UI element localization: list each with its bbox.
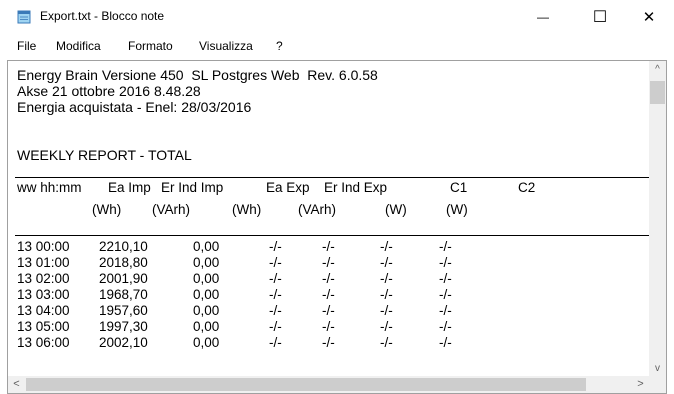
er-ind-exp-cell: -/-	[322, 303, 335, 318]
c1-cell: -/-	[380, 271, 393, 286]
column-header: Er Ind Exp	[324, 180, 388, 195]
er-ind-exp-cell: -/-	[322, 239, 335, 254]
c1-cell: -/-	[380, 239, 393, 254]
ea-imp-cell: 1968,70	[99, 287, 148, 302]
menu-visualizza[interactable]: Visualizza	[199, 39, 253, 53]
c2-cell: -/-	[439, 335, 452, 350]
er-ind-exp-cell: -/-	[322, 319, 335, 334]
c2-cell: -/-	[439, 255, 452, 270]
window-title: Export.txt - Blocco note	[40, 9, 165, 23]
maximize-icon: ☐	[592, 9, 608, 26]
ea-exp-cell: -/-	[269, 303, 282, 318]
minimize-button[interactable]: —	[520, 0, 566, 34]
scroll-up-icon[interactable]: ^	[649, 61, 666, 78]
er-ind-imp-cell: 0,00	[193, 319, 220, 334]
ea-exp-cell: -/-	[269, 287, 282, 302]
menu-help[interactable]: ?	[276, 39, 283, 53]
c1-cell: -/-	[380, 303, 393, 318]
time-cell: 13 04:00	[17, 303, 70, 318]
divider	[15, 235, 651, 236]
column-header: C2	[518, 180, 536, 195]
divider	[15, 177, 651, 178]
ea-exp-cell: -/-	[269, 255, 282, 270]
er-ind-imp-cell: 0,00	[193, 271, 220, 286]
menu-formato[interactable]: Formato	[128, 39, 173, 53]
unit-label: (Wh)	[92, 202, 122, 217]
header-line: Akse 21 ottobre 2016 8.48.28	[17, 83, 201, 99]
er-ind-imp-cell: 0,00	[193, 335, 220, 350]
ea-imp-cell: 1997,30	[99, 319, 148, 334]
time-cell: 13 03:00	[17, 287, 70, 302]
c2-cell: -/-	[439, 319, 452, 334]
resize-grip[interactable]	[649, 376, 666, 393]
column-header: Ea Exp	[266, 180, 310, 195]
er-ind-imp-cell: 0,00	[193, 303, 220, 318]
column-header: ww hh:mm	[17, 180, 82, 195]
time-cell: 13 02:00	[17, 271, 70, 286]
minimize-icon: —	[537, 10, 549, 24]
document-text[interactable]: Energy Brain Versione 450 SL Postgres We…	[11, 63, 651, 375]
ea-imp-cell: 1957,60	[99, 303, 148, 318]
column-header: C1	[450, 180, 468, 195]
scroll-right-icon[interactable]: >	[632, 376, 649, 393]
time-cell: 13 06:00	[17, 335, 70, 350]
unit-label: (Wh)	[232, 202, 262, 217]
column-header: Er Ind Imp	[161, 180, 224, 195]
er-ind-exp-cell: -/-	[322, 335, 335, 350]
notepad-icon	[17, 10, 31, 24]
scroll-left-icon[interactable]: <	[8, 376, 25, 393]
maximize-button[interactable]: ☐	[577, 0, 623, 34]
c1-cell: -/-	[380, 335, 393, 350]
time-cell: 13 01:00	[17, 255, 70, 270]
ea-exp-cell: -/-	[269, 335, 282, 350]
text-editor[interactable]: Energy Brain Versione 450 SL Postgres We…	[7, 60, 667, 394]
er-ind-imp-cell: 0,00	[193, 287, 220, 302]
ea-exp-cell: -/-	[269, 239, 282, 254]
er-ind-exp-cell: -/-	[322, 271, 335, 286]
c2-cell: -/-	[439, 271, 452, 286]
c1-cell: -/-	[380, 319, 393, 334]
menu-file[interactable]: File	[17, 39, 36, 53]
ea-exp-cell: -/-	[269, 271, 282, 286]
menu-modifica[interactable]: Modifica	[56, 39, 101, 53]
c2-cell: -/-	[439, 239, 452, 254]
ea-exp-cell: -/-	[269, 319, 282, 334]
unit-label: (W)	[385, 202, 407, 217]
notepad-window: Export.txt - Blocco note — ☐ ✕ File Modi…	[0, 0, 674, 394]
unit-label: (VArh)	[298, 202, 337, 217]
horizontal-scrollbar[interactable]: < >	[8, 376, 649, 393]
vertical-scroll-thumb[interactable]	[650, 81, 665, 104]
er-ind-exp-cell: -/-	[322, 255, 335, 270]
scroll-down-icon[interactable]: v	[649, 360, 666, 377]
er-ind-imp-cell: 0,00	[193, 255, 220, 270]
unit-label: (VArh)	[152, 202, 191, 217]
c1-cell: -/-	[380, 287, 393, 302]
report-title: WEEKLY REPORT - TOTAL	[17, 147, 192, 163]
ea-imp-cell: 2002,10	[99, 335, 148, 350]
horizontal-scroll-thumb[interactable]	[26, 378, 586, 391]
er-ind-exp-cell: -/-	[322, 287, 335, 302]
er-ind-imp-cell: 0,00	[193, 239, 220, 254]
c1-cell: -/-	[380, 255, 393, 270]
column-header: Ea Imp	[108, 180, 151, 195]
close-icon: ✕	[642, 9, 656, 26]
unit-label: (W)	[446, 202, 468, 217]
title-bar[interactable]: Export.txt - Blocco note — ☐ ✕	[0, 0, 674, 34]
header-line: Energia acquistata - Enel: 28/03/2016	[17, 99, 252, 115]
menu-bar: File Modifica Formato Visualizza ?	[0, 36, 674, 56]
c2-cell: -/-	[439, 303, 452, 318]
header-line: Energy Brain Versione 450 SL Postgres We…	[17, 67, 378, 83]
ea-imp-cell: 2018,80	[99, 255, 148, 270]
close-button[interactable]: ✕	[626, 0, 672, 34]
vertical-scrollbar[interactable]: ^ v	[649, 61, 666, 377]
c2-cell: -/-	[439, 287, 452, 302]
ea-imp-cell: 2001,90	[99, 271, 148, 286]
time-cell: 13 05:00	[17, 319, 70, 334]
ea-imp-cell: 2210,10	[99, 239, 148, 254]
time-cell: 13 00:00	[17, 239, 70, 254]
